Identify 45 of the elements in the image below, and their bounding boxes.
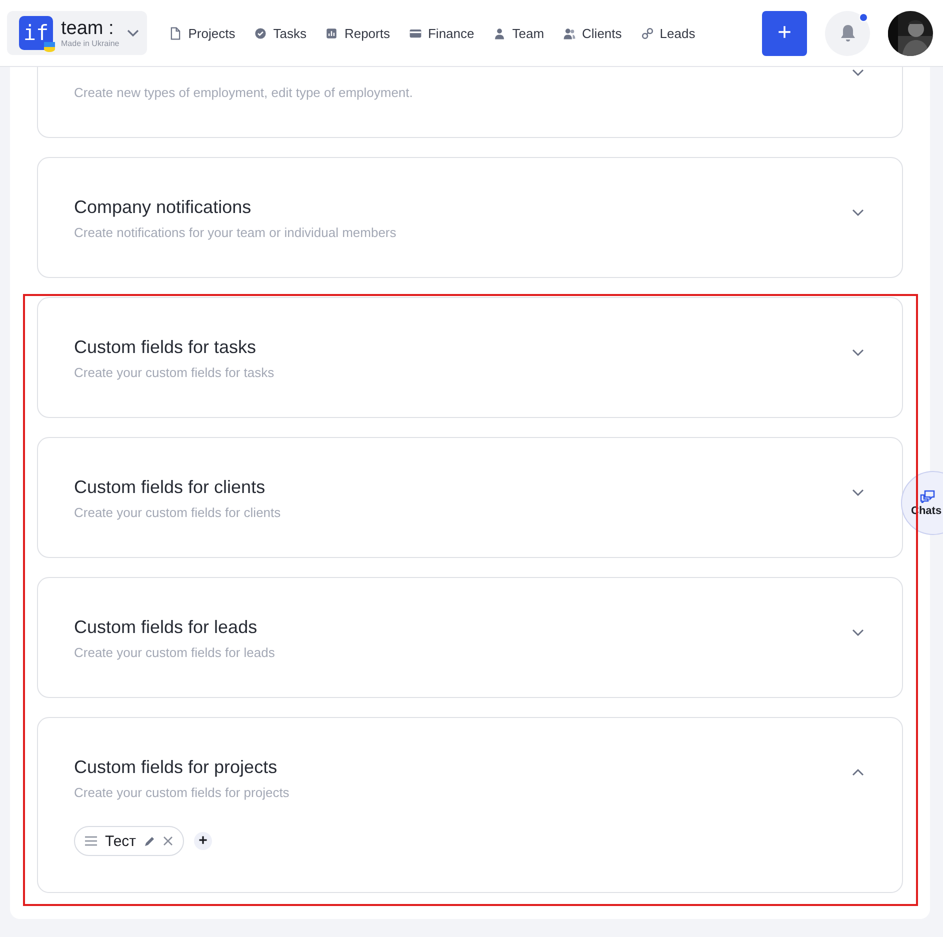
chevron-down-icon[interactable] [852,348,864,357]
chevron-down-icon[interactable] [127,29,140,37]
notifications-button[interactable] [825,10,870,56]
logo-tagline: Made in Ukraine [61,38,120,48]
add-button[interactable]: + [762,10,807,56]
nav-link[interactable]: Clients [555,20,630,46]
chevron-down-icon[interactable] [852,628,864,637]
logo-mark: if [19,16,53,50]
bell-icon [840,24,856,42]
menu-icon [85,836,97,846]
field-chip[interactable]: Тест [74,826,184,856]
nav-link[interactable]: Leads [632,20,704,46]
section-description: Create notifications for your team or individual members [74,225,396,240]
document-icon [169,26,182,40]
add-field-button[interactable]: + [194,832,212,850]
chat-bubbles-icon [920,490,935,502]
section-description: Create new types of employment, edit type of employment. [74,85,413,100]
nav-link[interactable]: Team [485,20,552,46]
nav-link[interactable]: Reports [317,20,398,46]
link-icon [640,26,654,40]
section-description: Create your custom fields for projects [74,785,290,800]
card-icon [408,26,422,40]
section-description: Create your custom fields for leads [74,645,275,660]
check-icon [254,26,268,40]
chevron-up-icon[interactable] [852,768,864,777]
chevron-down-icon[interactable] [852,488,864,497]
nav-link[interactable]: Projects [161,20,244,46]
section-description: Create your custom fields for clients [74,505,281,520]
nav-link[interactable]: Tasks [246,20,314,46]
person-icon [493,26,506,40]
chevron-down-icon[interactable] [852,208,864,217]
section-title: Company notifications [74,196,252,219]
chevron-down-icon[interactable] [852,68,864,77]
nav-link[interactable]: Finance [400,20,482,46]
section-title: Custom fields for clients [74,476,266,499]
logo-name: team : [61,18,115,38]
section-description: Create your custom fields for tasks [74,365,274,380]
section-title: Custom fields for tasks [74,336,258,359]
chart-icon [325,26,338,40]
pencil-icon[interactable] [144,836,156,846]
section-title: Custom fields for leads [74,616,258,639]
close-icon[interactable] [163,836,174,846]
section-title: Custom fields for projects [74,756,278,779]
field-name: Тест [105,832,136,850]
people-icon [563,26,576,40]
